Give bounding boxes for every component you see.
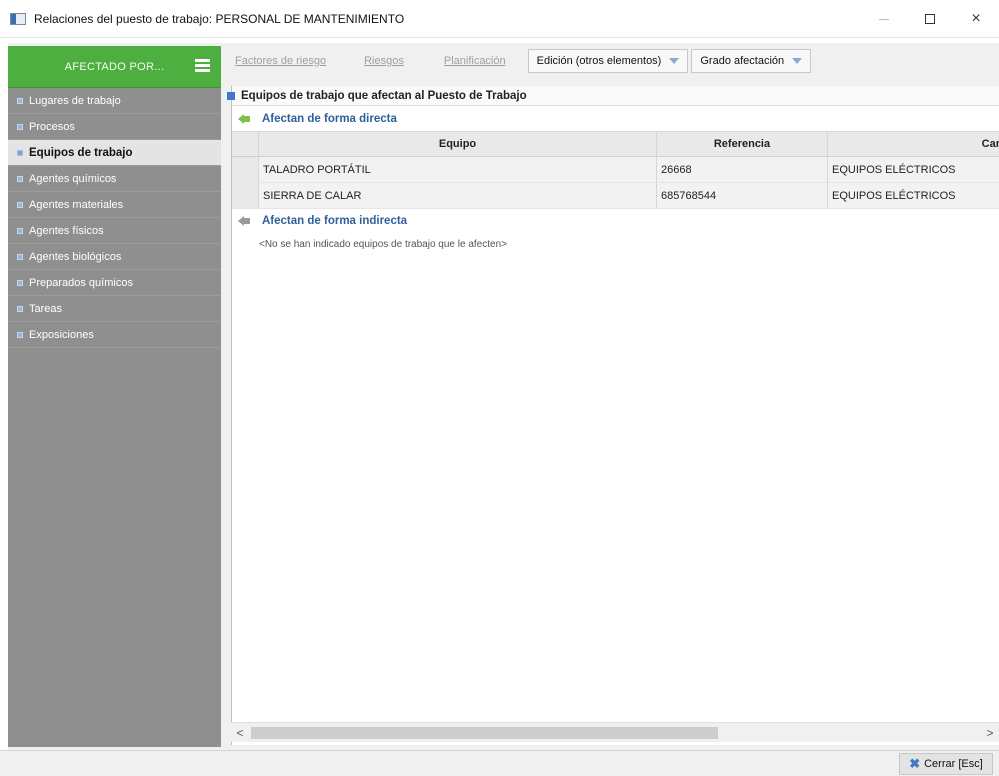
maximize-button[interactable]	[907, 0, 953, 38]
arrow-left-icon	[238, 215, 252, 227]
app-window-icon	[10, 12, 26, 25]
sidebar-item-label: Procesos	[29, 120, 75, 133]
sidebar-list: Lugares de trabajo Procesos Equipos de t…	[8, 88, 221, 348]
column-header-equipo[interactable]: Equipo	[259, 132, 657, 156]
sidebar-item-label: Lugares de trabajo	[29, 94, 121, 107]
table-header-row: Equipo Referencia Car	[232, 131, 999, 157]
main-content: Equipos de trabajo que afectan al Puesto…	[227, 86, 999, 745]
sidebar-item-label: Agentes físicos	[29, 224, 104, 237]
column-header-referencia[interactable]: Referencia	[657, 132, 828, 156]
close-x-icon: ✖	[909, 756, 921, 771]
section-title-text: Equipos de trabajo que afectan al Puesto…	[241, 89, 527, 102]
edicion-dropdown[interactable]: Edición (otros elementos)	[527, 49, 689, 73]
riesgos-label: Riesgos	[364, 55, 404, 67]
caret-down-icon	[792, 58, 803, 64]
minimize-button[interactable]	[861, 0, 907, 38]
row-gutter	[232, 132, 259, 156]
sidebar-item-exposiciones[interactable]: Exposiciones	[8, 322, 221, 348]
scroll-thumb[interactable]	[251, 727, 718, 739]
sidebar-item-label: Agentes biológicos	[29, 250, 122, 263]
cell-equipo: SIERRA DE CALAR	[259, 183, 657, 208]
column-header-categoria[interactable]: Car	[828, 132, 999, 156]
sidebar-item-label: Preparados químicos	[29, 276, 133, 289]
window-controls: ×	[861, 0, 999, 38]
edicion-dropdown-label: Edición (otros elementos)	[536, 55, 662, 67]
row-gutter	[232, 157, 259, 182]
table-row[interactable]: SIERRA DE CALAR 685768544 EQUIPOS ELÉCTR…	[232, 183, 999, 209]
square-bullet-icon	[17, 331, 23, 338]
square-bullet-icon	[17, 201, 23, 208]
cell-referencia: 685768544	[657, 183, 828, 208]
sidebar-item-agentes-materiales[interactable]: Agentes materiales	[8, 192, 221, 218]
table-row[interactable]: TALADRO PORTÁTIL 26668 EQUIPOS ELÉCTRICO…	[232, 157, 999, 183]
empty-note: <No se han indicado equipos de trabajo q…	[259, 239, 507, 250]
sidebar-item-lugares[interactable]: Lugares de trabajo	[8, 88, 221, 114]
hamburger-menu-icon[interactable]	[195, 59, 210, 72]
square-bullet-icon	[17, 253, 23, 260]
sidebar-item-label: Agentes químicos	[29, 172, 117, 185]
arrow-left-icon	[238, 113, 252, 125]
sidebar-item-label: Exposiciones	[29, 328, 94, 341]
sidebar-item-agentes-biologicos[interactable]: Agentes biológicos	[8, 244, 221, 270]
title-bar: Relaciones del puesto de trabajo: PERSON…	[0, 0, 999, 38]
planificacion-label: Planificación	[443, 55, 506, 67]
square-bullet-icon	[17, 227, 23, 234]
direct-group-label: Afectan de forma directa	[262, 113, 397, 125]
toolbar: Factores de riesgo Riesgos Planificación…	[225, 46, 999, 76]
section-square-icon	[227, 91, 235, 100]
sidebar-item-agentes-fisicos[interactable]: Agentes físicos	[8, 218, 221, 244]
sidebar-header[interactable]: AFECTADO POR...	[8, 46, 221, 88]
sidebar-header-label: AFECTADO POR...	[64, 60, 165, 73]
cell-equipo: TALADRO PORTÁTIL	[259, 157, 657, 182]
close-button-label: Cerrar [Esc]	[924, 758, 983, 770]
sidebar-item-equipos[interactable]: Equipos de trabajo	[8, 140, 221, 166]
sidebar: AFECTADO POR... Lugares de trabajo Proce…	[8, 46, 221, 747]
square-bullet-icon	[17, 279, 23, 286]
square-bullet-icon	[17, 123, 23, 130]
direct-group-header[interactable]: Afectan de forma directa	[232, 108, 999, 130]
maximize-icon	[925, 14, 935, 24]
sidebar-item-tareas[interactable]: Tareas	[8, 296, 221, 322]
square-bullet-icon	[17, 175, 23, 182]
square-bullet-icon	[17, 149, 23, 156]
row-gutter	[232, 183, 259, 208]
cell-categoria: EQUIPOS ELÉCTRICOS	[832, 189, 956, 202]
sidebar-item-label: Agentes materiales	[29, 198, 124, 211]
cell-referencia: 26668	[657, 157, 828, 182]
section-title: Equipos de trabajo que afectan al Puesto…	[227, 86, 999, 106]
sidebar-item-procesos[interactable]: Procesos	[8, 114, 221, 140]
bottom-bar: ✖ Cerrar [Esc]	[0, 750, 999, 776]
close-window-button[interactable]: ×	[953, 0, 999, 38]
close-icon: ×	[971, 10, 981, 27]
sidebar-item-agentes-quimicos[interactable]: Agentes químicos	[8, 166, 221, 192]
sidebar-item-label: Equipos de trabajo	[29, 146, 133, 159]
square-bullet-icon	[17, 305, 23, 312]
factores-riesgo-label: Factores de riesgo	[235, 55, 327, 67]
planificacion-button[interactable]: Planificación	[434, 50, 516, 72]
square-bullet-icon	[17, 97, 23, 104]
cell-categoria: EQUIPOS ELÉCTRICOS	[832, 163, 956, 176]
minimize-icon	[879, 18, 889, 20]
caret-down-icon	[669, 58, 680, 64]
sidebar-item-label: Tareas	[29, 302, 63, 315]
close-button[interactable]: ✖ Cerrar [Esc]	[899, 753, 993, 775]
factores-riesgo-button[interactable]: Factores de riesgo	[225, 50, 336, 72]
horizontal-scrollbar[interactable]: < >	[231, 722, 999, 742]
riesgos-button[interactable]: Riesgos	[354, 50, 414, 72]
indirect-group-header[interactable]: Afectan de forma indirecta	[232, 210, 999, 232]
sidebar-item-preparados[interactable]: Preparados químicos	[8, 270, 221, 296]
scroll-right-icon[interactable]: >	[981, 723, 999, 743]
window-title: Relaciones del puesto de trabajo: PERSON…	[34, 11, 405, 26]
grado-afectacion-dropdown[interactable]: Grado afectación	[691, 49, 812, 73]
scroll-left-icon[interactable]: <	[231, 723, 249, 743]
grado-afectacion-label: Grado afectación	[700, 55, 785, 67]
indirect-group-label: Afectan de forma indirecta	[262, 215, 408, 227]
equipos-table: Equipo Referencia Car TALADRO PORTÁTIL 2…	[232, 131, 999, 209]
